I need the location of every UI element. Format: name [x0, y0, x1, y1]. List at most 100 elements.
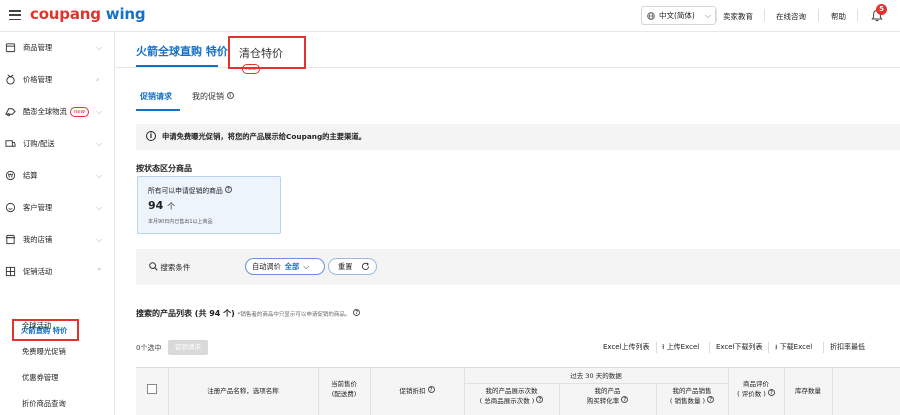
divider	[818, 9, 819, 22]
online-consult-link[interactable]: 在线咨询	[776, 11, 806, 22]
excel-upload-list-button[interactable]: Excel上传列表	[600, 340, 653, 355]
product-list-title: 搜索的产品列表 (共 94 个) *销售者的商品中只显示可以申请促销的商品。 ?	[136, 308, 361, 319]
status-card-eligible[interactable]: 所有可以申请促销的商品 ? 94 个 本月90日内已售出1以上商品	[137, 176, 281, 234]
promotion-request-button[interactable]: 促销请求	[168, 340, 208, 355]
language-select[interactable]: 中文(简体) ⌵	[641, 6, 716, 25]
subtab-my-promotions[interactable]: 我的促销 i	[192, 91, 234, 102]
card-title: 所有可以申请促销的商品 ?	[148, 185, 232, 195]
sidebar-item-settlement[interactable]: ₩ 结算 ⌵	[0, 166, 114, 186]
sidebar-subitem-global-events[interactable]: 全球活动	[22, 321, 51, 331]
card-count: 94 个	[148, 199, 176, 212]
customer-icon	[5, 202, 16, 213]
seller-education-link[interactable]: 卖家教育	[723, 11, 753, 22]
sidebar-item-customer-management[interactable]: 客户管理 ⌵	[0, 198, 114, 218]
notification-badge: 5	[876, 4, 887, 15]
logo[interactable]: coupang wing	[30, 5, 146, 23]
chevron-down-icon: ⌵	[96, 235, 103, 244]
info-icon[interactable]: ?	[767, 389, 775, 396]
sidebar-item-my-store[interactable]: 我的店铺 ⌵	[0, 230, 114, 250]
product-list-note: *销售者的商品中只显示可以申请促销的商品。	[237, 312, 351, 318]
promotion-icon	[5, 266, 16, 277]
new-tag: new	[69, 107, 90, 117]
col-my-sales: 我的产品销售( 销售数量 ) ?	[656, 386, 728, 406]
tab-clearance-special[interactable]: 清仓特价new	[228, 36, 306, 74]
active-subtab-indicator	[136, 109, 180, 111]
language-label: 中文(简体)	[659, 11, 695, 20]
sidebar-subitem-coupon-management[interactable]: 优惠券管理	[22, 373, 58, 383]
info-icon[interactable]: ?	[427, 386, 435, 393]
excel-download-list-button[interactable]: Excel下载列表	[713, 340, 766, 355]
divider	[709, 342, 710, 353]
price-tag-icon	[6, 74, 15, 85]
refresh-icon	[361, 262, 370, 270]
upload-icon: ⭱	[662, 343, 665, 351]
chevron-right-icon: ›	[96, 75, 100, 84]
svg-text:₩: ₩	[8, 174, 14, 180]
auto-price-filter[interactable]: 自动调价 全部 ⌵	[245, 258, 325, 275]
download-icon: ⭳	[775, 343, 778, 351]
notice-banner: i 申请免费曝光促销，将您的产品展示给Coupang的主要渠道。	[136, 124, 900, 150]
help-link[interactable]: 帮助	[831, 11, 846, 22]
filter-bar: 搜索条件 自动调价 全部 ⌵ 重置	[136, 249, 900, 285]
tab-rocket-global-special[interactable]: 火箭全球直购 特价	[136, 43, 228, 59]
sidebar-item-orders-delivery[interactable]: 订购/配送 ⌵	[0, 134, 114, 154]
search-conditions-label[interactable]: 搜索条件	[149, 262, 190, 273]
selected-count: 0个选中	[136, 344, 162, 352]
chevron-down-icon: ⌵	[96, 171, 103, 180]
reset-button[interactable]: 重置	[328, 258, 377, 275]
sidebar: 商品管理 ⌵ 价格管理 › 酷澎全球物流 new ⌵ 订购/配送 ⌵ ₩ 结算 ⌵…	[0, 32, 115, 415]
sidebar-subitem-discount-lookup[interactable]: 折价商品查询	[22, 399, 66, 409]
col-stock: 库存数量	[795, 387, 821, 395]
chevron-down-icon: ⌵	[704, 10, 711, 20]
divider	[656, 342, 657, 353]
store-icon	[5, 234, 16, 245]
col-my-impressions: 我的产品展示次数( 总商品展示次数 ) ?	[464, 386, 559, 406]
status-section-title: 按状态区分商品	[136, 164, 192, 173]
sidebar-item-product-management[interactable]: 商品管理 ⌵	[0, 38, 114, 58]
subtab-promotion-request[interactable]: 促销请求	[140, 91, 172, 102]
info-icon[interactable]: ?	[353, 309, 361, 316]
divider	[823, 342, 824, 353]
info-icon[interactable]: i	[226, 92, 234, 99]
chevron-down-icon: ⌵	[303, 261, 310, 271]
divider	[857, 9, 858, 22]
chevron-down-icon: ⌵	[96, 107, 103, 116]
chevron-down-icon: ⌵	[96, 43, 103, 52]
download-excel-button[interactable]: ⭳ 下载Excel	[772, 340, 815, 355]
menu-icon[interactable]	[9, 10, 21, 21]
divider	[716, 9, 717, 22]
chevron-up-icon: ⌃	[96, 267, 103, 276]
col-group-last-30-days: 过去 30 天的数据	[570, 372, 622, 380]
info-icon: i	[146, 131, 156, 141]
sidebar-item-price-management[interactable]: 价格管理 ›	[0, 70, 114, 90]
truck-icon	[5, 108, 16, 117]
chevron-down-icon: ⌵	[96, 139, 103, 148]
settlement-icon: ₩	[5, 170, 16, 181]
card-subtext: 本月90日内已售出1以上商品	[148, 219, 213, 225]
top-header: coupang wing 中文(简体) ⌵ 卖家教育 在线咨询 帮助 5	[0, 0, 900, 32]
globe-icon	[647, 11, 655, 20]
box-icon	[5, 43, 16, 53]
sidebar-item-promotions[interactable]: 促销活动 ⌃	[0, 262, 114, 282]
info-icon[interactable]: ?	[707, 396, 715, 403]
divider	[764, 9, 765, 22]
search-icon	[149, 262, 158, 271]
col-product-name: 注册产品名称，选项名称	[207, 387, 279, 395]
sidebar-item-global-logistics[interactable]: 酷澎全球物流 new ⌵	[0, 102, 114, 122]
select-all-checkbox[interactable]	[147, 384, 157, 394]
col-conversion-rate: 我的产品 购买转化率 ?	[559, 386, 656, 406]
upload-excel-button[interactable]: ⭱ 上传Excel	[659, 340, 702, 355]
divider	[832, 368, 833, 415]
col-promotion-discount: 促销折扣 ?	[370, 386, 464, 396]
sidebar-subitem-free-exposure[interactable]: 免费曝光促销	[22, 347, 66, 357]
info-icon[interactable]: ?	[621, 396, 629, 403]
col-current-price[interactable]: 当前售价 (配送费)	[318, 379, 370, 399]
chevron-down-icon: ⌵	[96, 203, 103, 212]
info-icon[interactable]: ?	[224, 186, 232, 193]
divider	[464, 383, 728, 384]
info-icon[interactable]: ?	[536, 396, 544, 403]
sort-discount-lowest[interactable]: 折扣率最低	[827, 340, 868, 355]
divider	[768, 342, 769, 353]
new-tag: new	[242, 64, 261, 74]
col-rating: 商品评价( 评价数 ) ?	[728, 379, 784, 399]
